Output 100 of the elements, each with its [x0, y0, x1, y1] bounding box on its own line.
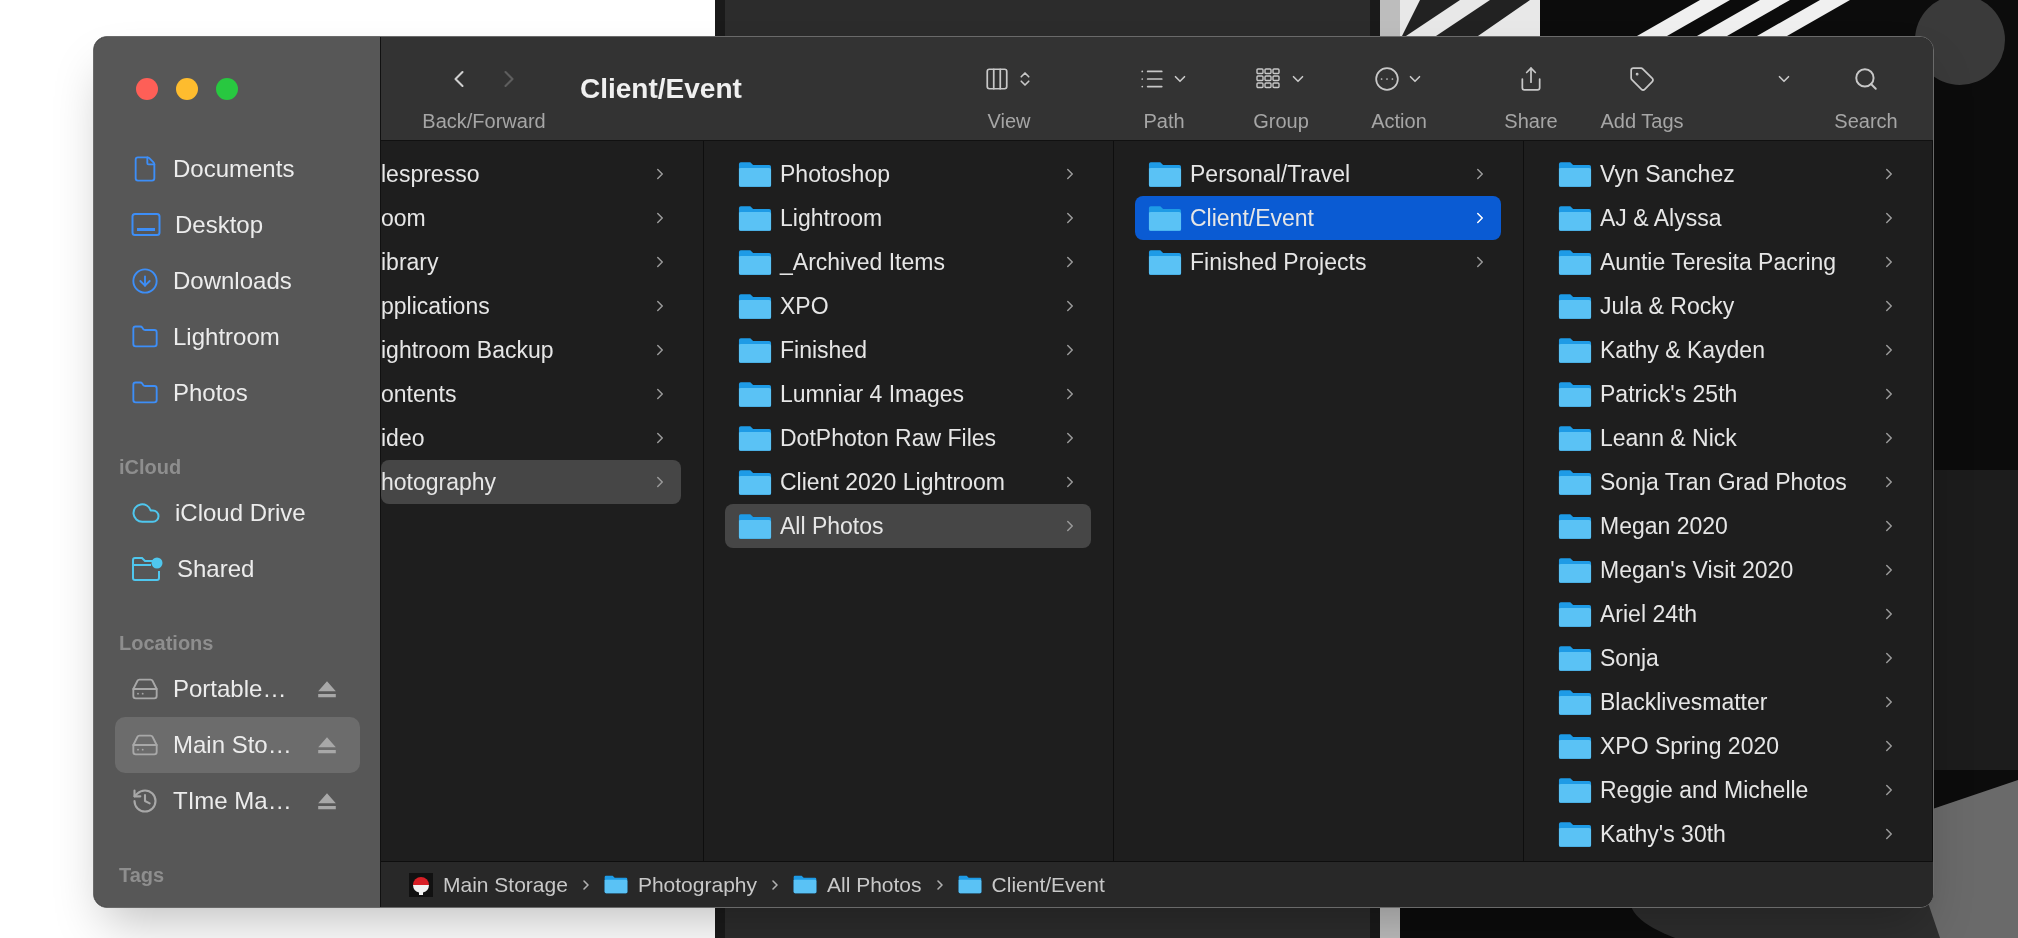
folder-row[interactable]: Client 2020 Lightroom	[725, 460, 1091, 504]
zoom-button[interactable]	[216, 78, 238, 100]
folder-row[interactable]: Lumniar 4 Images	[725, 372, 1091, 416]
toolbar-button[interactable]: Add Tags	[1582, 37, 1702, 140]
folder-icon	[738, 160, 772, 188]
eject-icon[interactable]	[316, 791, 338, 811]
folder-icon	[1558, 468, 1592, 496]
folder-icon	[738, 468, 772, 496]
sidebar-item[interactable]: iCloud Drive	[115, 485, 360, 541]
folder-row[interactable]: Sonja Tran Grad Photos	[1545, 460, 1910, 504]
folder-row[interactable]: lespresso	[381, 152, 681, 196]
download-icon	[131, 267, 159, 295]
folder-row[interactable]: hotography	[381, 460, 681, 504]
folder-row[interactable]: Leann & Nick	[1545, 416, 1910, 460]
folder-row[interactable]: Kathy & Kayden	[1545, 328, 1910, 372]
folder-icon	[1558, 820, 1592, 848]
toolbar-button[interactable]: Group	[1231, 37, 1331, 140]
folder-row[interactable]: DotPhoton Raw Files	[725, 416, 1091, 460]
sidebar-item[interactable]: Portable…	[115, 661, 360, 717]
sidebar-item[interactable]: Documents	[115, 141, 360, 197]
sidebar-item[interactable]: Lightroom	[115, 309, 360, 365]
folder-row[interactable]: Vyn Sanchez	[1545, 152, 1910, 196]
toolbar-button[interactable]: Share	[1486, 37, 1576, 140]
folder-row[interactable]: Finished Projects	[1135, 240, 1501, 284]
folder-icon	[1558, 556, 1592, 584]
folder-icon	[738, 292, 772, 320]
folder-icon	[738, 380, 772, 408]
eject-icon[interactable]	[316, 735, 338, 755]
sidebar-item[interactable]: TIme Ma…	[115, 773, 360, 829]
folder-icon	[1558, 600, 1592, 628]
folder-row[interactable]: AJ & Alyssa	[1545, 196, 1910, 240]
folder-row[interactable]: Reggie and Michelle	[1545, 768, 1910, 812]
folder-icon	[1558, 204, 1592, 232]
folder-row[interactable]: Client/Event	[1135, 196, 1501, 240]
eject-icon[interactable]	[316, 679, 338, 699]
folder-row[interactable]: ontents	[381, 372, 681, 416]
folder-icon	[1558, 292, 1592, 320]
sidebar-item[interactable]: Main Sto…	[115, 717, 360, 773]
folder-icon	[738, 248, 772, 276]
folder-icon	[1558, 776, 1592, 804]
folder-icon	[1148, 160, 1182, 188]
folder-row[interactable]: Lightroom	[725, 196, 1091, 240]
folder-row[interactable]: Blacklivesmatter	[1545, 680, 1910, 724]
folder-row[interactable]: pplications	[381, 284, 681, 328]
share-icon	[1518, 66, 1544, 92]
close-button[interactable]	[136, 78, 158, 100]
folder-row[interactable]: Megan 2020	[1545, 504, 1910, 548]
window-title: Client/Event	[580, 73, 742, 104]
folder-row[interactable]: ightroom Backup	[381, 328, 681, 372]
folder-icon	[738, 336, 772, 364]
folder-row[interactable]: Kathy's 30th	[1545, 812, 1910, 856]
folder-icon	[1558, 688, 1592, 716]
sidebar-item[interactable]: Downloads	[115, 253, 360, 309]
folder-row[interactable]: Jula & Rocky	[1545, 284, 1910, 328]
folder-row[interactable]: Sonja	[1545, 636, 1910, 680]
folder-row[interactable]: Auntie Teresita Pacring	[1545, 240, 1910, 284]
toolbar-label: Back/Forward	[422, 111, 546, 131]
folder-row[interactable]: ideo	[381, 416, 681, 460]
clock-icon	[131, 787, 159, 815]
volume-icon	[409, 872, 433, 897]
folder-icon	[1148, 204, 1182, 232]
folder-icon	[738, 204, 772, 232]
folder-icon	[957, 875, 982, 894]
folder-icon	[1558, 424, 1592, 452]
folder-icon	[603, 875, 628, 894]
path-item[interactable]: Client/Event	[957, 868, 1105, 901]
sidebar-item[interactable]: Desktop	[115, 197, 360, 253]
shared-folder-icon	[131, 555, 163, 583]
path-item[interactable]: All Photos	[793, 868, 922, 901]
folder-row[interactable]: Photoshop	[725, 152, 1091, 196]
folder-row[interactable]: ibrary	[381, 240, 681, 284]
folder-row[interactable]: Ariel 24th	[1545, 592, 1910, 636]
folder-icon	[738, 512, 772, 540]
search-icon	[1853, 66, 1879, 92]
desktop-icon	[131, 212, 161, 238]
path-item[interactable]: Photography	[603, 868, 757, 901]
path-item[interactable]: Main Storage	[409, 868, 568, 901]
folder-row[interactable]: _Archived Items	[725, 240, 1091, 284]
sidebar-item[interactable]: Shared	[115, 541, 360, 597]
folder-icon	[738, 424, 772, 452]
folder-icon	[1148, 248, 1182, 276]
folder-row[interactable]: oom	[381, 196, 681, 240]
toolbar-button[interactable]: Path	[1119, 37, 1209, 140]
folder-icon	[1558, 732, 1592, 760]
sidebar-item[interactable]: Photos	[115, 365, 360, 421]
ellipsis-icon	[1374, 66, 1400, 92]
toolbar-button[interactable]: Action	[1349, 37, 1449, 140]
folder-icon	[1558, 248, 1592, 276]
folder-row[interactable]: All Photos	[725, 504, 1091, 548]
folder-row[interactable]: XPO Spring 2020	[1545, 724, 1910, 768]
toolbar-button[interactable]: View	[959, 37, 1059, 140]
folder-row[interactable]: XPO	[725, 284, 1091, 328]
folder-row[interactable]: Finished	[725, 328, 1091, 372]
toolbar-button[interactable]: Search	[1819, 37, 1913, 140]
folder-row[interactable]: Megan's Visit 2020	[1545, 548, 1910, 592]
folder-icon	[1558, 380, 1592, 408]
folder-row[interactable]: Patrick's 25th	[1545, 372, 1910, 416]
folder-icon	[1558, 336, 1592, 364]
folder-row[interactable]: Personal/Travel	[1135, 152, 1501, 196]
minimize-button[interactable]	[176, 78, 198, 100]
